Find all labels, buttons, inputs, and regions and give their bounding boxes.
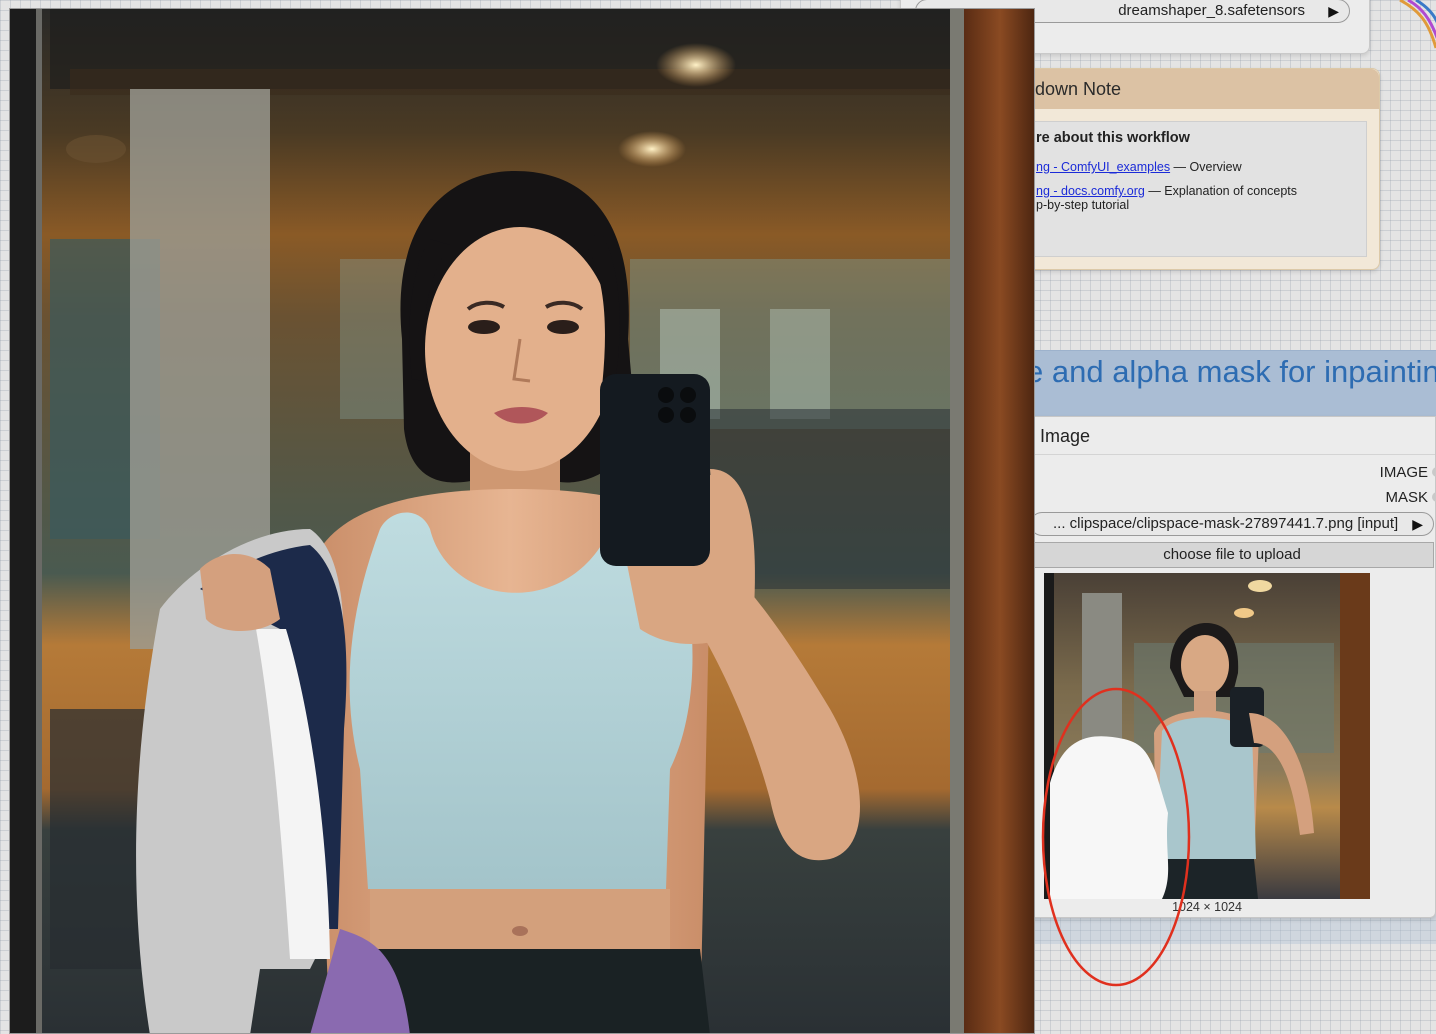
markdown-note-node[interactable]: down Note re about this workflow ng - Co… [1000,68,1380,270]
load-image-title[interactable]: d Image [1001,417,1435,455]
combo-arrow-icon[interactable]: ▶ [1412,513,1423,535]
image-file-combo[interactable]: ... clipspace/clipspace-mask-27897441.7.… [1030,512,1434,536]
note-line-text: — Overview [1170,160,1242,174]
note-line: ng - docs.comfy.org — Explanation of con… [1036,184,1356,198]
node-link-wire [1399,0,1436,49]
note-line-text: — Explanation of concepts [1144,184,1298,198]
output-label-image: IMAGE [1379,464,1428,481]
group-title[interactable]: e and alpha mask for inpaintin [1026,350,1436,394]
note-link[interactable]: ng - ComfyUI_examples [1036,160,1170,174]
output-slot-image[interactable] [1432,467,1436,477]
selfie-photo [10,9,1034,1033]
note-body: re about this workflow ng - ComfyUI_exam… [1015,121,1367,257]
image-size-label: 1024 × 1024 [1172,900,1242,914]
ckpt-name-value: dreamshaper_8.safetensors [1118,2,1305,19]
note-heading: re about this workflow [1036,130,1190,146]
note-line: ng - ComfyUI_examples — Overview [1036,160,1356,174]
image-file-value: ... clipspace/clipspace-mask-27897441.7.… [1053,515,1399,532]
output-label-mask: MASK [1385,489,1428,506]
image-preview [1044,573,1370,899]
choose-file-button[interactable]: choose file to upload [1030,542,1434,568]
output-slot-mask[interactable] [1432,492,1436,502]
note-title[interactable]: down Note [1001,69,1379,109]
combo-arrow-icon[interactable]: ▶ [1328,0,1339,22]
clipspace-image-viewer[interactable] [9,8,1035,1034]
note-line-text: p-by-step tutorial [1036,198,1130,212]
note-line: p-by-step tutorial [1036,198,1356,212]
note-link[interactable]: ng - docs.comfy.org [1036,184,1145,198]
